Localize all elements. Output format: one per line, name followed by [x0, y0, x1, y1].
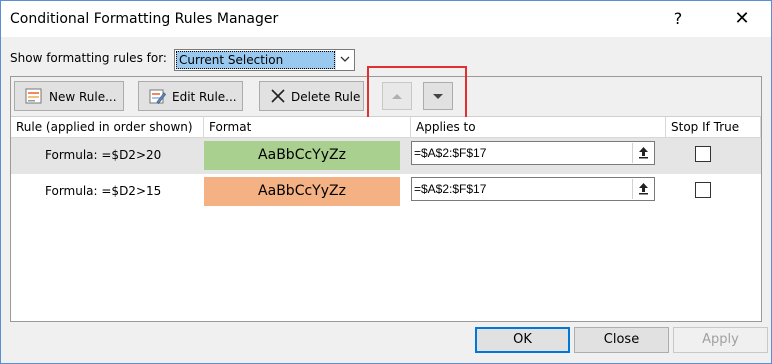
stop-if-true-checkbox[interactable]	[695, 146, 711, 162]
stop-if-true-checkbox[interactable]	[695, 182, 711, 198]
highlight-annotation	[367, 66, 467, 124]
format-preview: AaBbCcYyZz	[204, 177, 400, 206]
collapse-dialog-icon[interactable]	[632, 143, 653, 163]
table-row[interactable]: Formula: =$D2>20 AaBbCcYyZz	[11, 138, 761, 174]
rule-formula: Formula: =$D2>15	[45, 184, 162, 198]
chevron-down-icon[interactable]	[335, 50, 354, 70]
applies-to-field[interactable]	[411, 141, 655, 165]
close-icon[interactable]: ✕	[719, 1, 765, 37]
header-format: Format	[204, 117, 411, 138]
new-rule-icon	[25, 88, 42, 107]
applies-to-input[interactable]	[414, 144, 628, 162]
delete-icon	[270, 88, 286, 107]
rule-formula: Formula: =$D2>20	[45, 148, 162, 162]
title-bar: Conditional Formatting Rules Manager ? ✕	[1, 1, 771, 37]
rules-table-header: Rule (applied in order shown) Format App…	[11, 117, 761, 138]
show-rules-dropdown[interactable]: Current Selection	[174, 49, 355, 71]
rules-toolbar: New Rule... Edit Rule... Delete Rule	[11, 66, 761, 124]
applies-to-input[interactable]	[414, 180, 628, 198]
delete-rule-button[interactable]: Delete Rule	[259, 81, 364, 111]
apply-button[interactable]: Apply	[673, 327, 768, 353]
show-rules-selected: Current Selection	[176, 51, 335, 69]
header-rule: Rule (applied in order shown)	[11, 117, 204, 138]
header-stop-if-true: Stop If True	[666, 117, 761, 138]
edit-rule-icon	[149, 88, 167, 108]
edit-rule-button[interactable]: Edit Rule...	[138, 81, 243, 111]
help-button[interactable]: ?	[655, 1, 701, 37]
applies-to-field[interactable]	[411, 177, 655, 201]
dialog-title: Conditional Formatting Rules Manager	[10, 11, 279, 27]
close-button[interactable]: Close	[574, 327, 669, 353]
rules-panel: New Rule... Edit Rule... Delete Rule Rul…	[10, 66, 762, 322]
show-rules-label: Show formatting rules for:	[10, 51, 167, 65]
format-preview: AaBbCcYyZz	[204, 141, 400, 170]
conditional-formatting-dialog: Conditional Formatting Rules Manager ? ✕…	[0, 0, 772, 364]
table-row[interactable]: Formula: =$D2>15 AaBbCcYyZz	[11, 174, 761, 210]
new-rule-button[interactable]: New Rule...	[14, 81, 124, 111]
collapse-dialog-icon[interactable]	[632, 179, 653, 199]
edit-rule-label: Edit Rule...	[172, 90, 237, 104]
delete-rule-label: Delete Rule	[291, 90, 361, 104]
header-applies-to: Applies to	[411, 117, 666, 138]
new-rule-label: New Rule...	[49, 90, 117, 104]
ok-button[interactable]: OK	[475, 327, 570, 353]
